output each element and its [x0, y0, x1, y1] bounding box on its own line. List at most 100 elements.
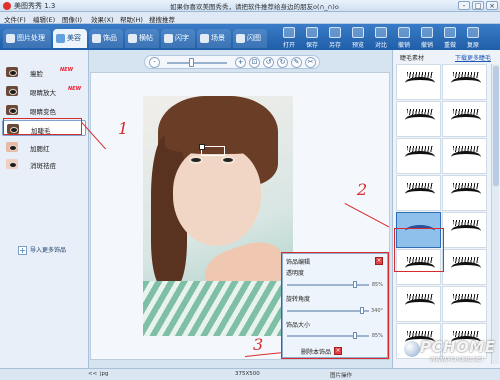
- undo-button[interactable]: 撤销: [393, 26, 415, 50]
- eyelash-icon: [451, 220, 481, 237]
- zoom-slider-handle[interactable]: [189, 58, 194, 67]
- eyelash-icon: [405, 146, 435, 163]
- menu-recommend[interactable]: 搜搜推荐: [149, 14, 175, 24]
- button-label: 撤销: [397, 42, 410, 49]
- tab-image-edit[interactable]: 图片处理: [3, 29, 51, 48]
- photo-shirt: [143, 281, 293, 336]
- eyelash-icon: [405, 183, 435, 200]
- tool-add-blush[interactable]: 加腮红: [2, 139, 86, 155]
- menu-file[interactable]: 文件(F): [4, 14, 26, 24]
- eyelash-icon: [451, 294, 481, 311]
- button-label: 打开: [282, 42, 295, 49]
- eyelash-icon: [405, 294, 435, 311]
- eyelash-option[interactable]: [442, 101, 487, 137]
- save-as-button[interactable]: 另存: [324, 26, 346, 50]
- eyelash-option[interactable]: [396, 101, 441, 137]
- scrollbar-thumb[interactable]: [493, 66, 499, 186]
- eyelash-icon: [451, 109, 481, 126]
- tab-label: 饰品: [103, 34, 117, 42]
- photo-left-eye: [189, 156, 203, 164]
- menu-image[interactable]: 图像(I): [62, 14, 82, 24]
- menu-edit[interactable]: 编辑(E): [33, 14, 55, 24]
- status-bar: << jpg 375X500 图片操作: [0, 368, 500, 380]
- pchome-watermark: PCHOME WWW.PCHOME.NET: [402, 338, 498, 368]
- prev-image-button[interactable]: <<: [88, 371, 97, 377]
- close-button[interactable]: ×: [486, 1, 498, 10]
- eyelash-option[interactable]: [396, 138, 441, 174]
- import-more-accessories-button[interactable]: + 导入更多饰品: [18, 245, 66, 257]
- tool-label: 眼睛放大: [30, 89, 56, 97]
- annotation-number-3: 3: [253, 335, 264, 354]
- tab-label: 闪字: [175, 34, 189, 42]
- eyelash-option[interactable]: [442, 249, 487, 285]
- annotation-number-2: 2: [357, 180, 368, 199]
- tool-eye-color[interactable]: 眼睛变色: [2, 102, 86, 118]
- menu-effect[interactable]: 效果(X): [91, 14, 114, 24]
- maximize-button[interactable]: □: [472, 1, 484, 10]
- redo-button[interactable]: 重做: [439, 26, 461, 50]
- menu-help[interactable]: 帮助(H): [120, 14, 143, 24]
- blush-thumbnail-icon: [6, 142, 18, 152]
- tool-label: 瘦脸: [30, 70, 43, 78]
- tab-banner[interactable]: 横帖: [125, 29, 159, 48]
- download-more-link[interactable]: 下载更多睫毛: [455, 53, 491, 62]
- image-operation-button[interactable]: 图片操作: [330, 371, 352, 379]
- open-button[interactable]: 打开: [278, 26, 300, 50]
- slim-face-thumbnail-icon: [6, 67, 18, 77]
- tool-label: 眼睛变色: [30, 108, 56, 116]
- eyelash-icon: [451, 72, 481, 89]
- eyelash-option[interactable]: [442, 175, 487, 211]
- plus-icon: +: [18, 246, 27, 255]
- button-label: 保存: [305, 42, 318, 49]
- flash-image-icon: [236, 34, 245, 43]
- eyelash-option[interactable]: [442, 212, 487, 248]
- zoom-in-icon[interactable]: +: [235, 57, 246, 68]
- tab-accessory[interactable]: 饰品: [89, 29, 123, 48]
- tool-acne-removal[interactable]: 消斑祛痘: [2, 156, 86, 172]
- tab-label: 场景: [211, 34, 225, 42]
- tab-label: 闪图: [247, 34, 261, 42]
- edited-photo[interactable]: [143, 96, 293, 336]
- tool-icon[interactable]: ✂: [305, 57, 316, 68]
- save-icon: [306, 27, 318, 38]
- eyelash-icon: [451, 183, 481, 200]
- rotate-left-icon[interactable]: ↺: [263, 57, 274, 68]
- edit-icon[interactable]: ✎: [291, 57, 302, 68]
- fit-window-icon[interactable]: ⊡: [249, 57, 260, 68]
- tab-flash-text[interactable]: 闪字: [161, 29, 195, 48]
- zoom-icon[interactable]: -: [149, 57, 160, 68]
- tab-beauty[interactable]: 美容: [53, 29, 87, 48]
- eyelash-sticker-handle[interactable]: [199, 144, 225, 156]
- eyelash-option[interactable]: [442, 286, 487, 322]
- eyelash-icon: [451, 146, 481, 163]
- preview-button[interactable]: 预览: [347, 26, 369, 50]
- tab-scene[interactable]: 场景: [197, 29, 231, 48]
- beauty-icon: [56, 34, 65, 43]
- tab-strip: 图片处理 美容 饰品 横帖 闪字 场景 闪图 打开 保存 另存 预览 对比 撤销…: [0, 24, 500, 50]
- button-label: 另存: [328, 42, 341, 49]
- eyelash-option[interactable]: [442, 64, 487, 100]
- restore-button[interactable]: 复原: [462, 26, 484, 50]
- rotate-right-icon[interactable]: ↻: [277, 57, 288, 68]
- new-badge: NEW: [60, 67, 74, 73]
- eyelash-option[interactable]: [396, 286, 441, 322]
- folder-icon: [283, 27, 295, 38]
- globe-icon: [404, 341, 420, 357]
- eyelash-option[interactable]: [442, 138, 487, 174]
- minimize-button[interactable]: -: [458, 1, 470, 10]
- eye-enlarge-thumbnail-icon: [6, 86, 18, 96]
- compare-button[interactable]: 对比: [370, 26, 392, 50]
- eyelash-option[interactable]: [396, 175, 441, 211]
- save-button[interactable]: 保存: [301, 26, 323, 50]
- zoom-slider[interactable]: [167, 62, 227, 64]
- tool-eye-enlarge[interactable]: 眼睛放大 NEW: [2, 83, 86, 99]
- title-bar: 美图秀秀 1.3 如果你喜欢美图秀秀，请把软件推荐给身边的朋友o(∩_∩)o -…: [0, 0, 500, 12]
- tab-flash-image[interactable]: 闪图: [233, 29, 267, 48]
- undo-step-button[interactable]: 撤销: [416, 26, 438, 50]
- eyelash-option[interactable]: [396, 64, 441, 100]
- undo-icon: [398, 27, 410, 38]
- tool-slim-face[interactable]: 瘦脸 NEW: [2, 64, 86, 80]
- tab-label: 横帖: [139, 34, 153, 42]
- material-scrollbar[interactable]: [491, 64, 499, 364]
- preview-icon: [352, 27, 364, 38]
